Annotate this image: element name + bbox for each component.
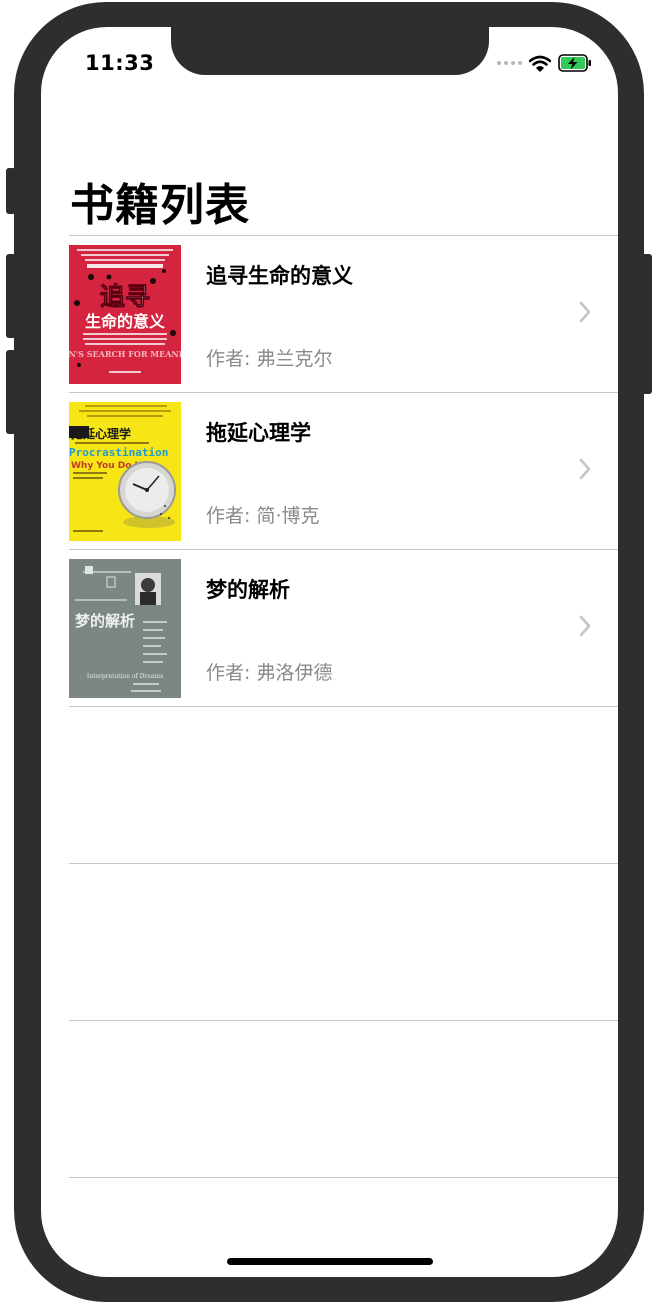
cover-main-text: 拖延心理学 — [71, 426, 131, 441]
cover-main-text: 追寻 — [100, 282, 150, 311]
table-row-book-1[interactable]: 追寻 生命的意义 MAN'S SEARCH FOR MEANING 追寻生命的意… — [41, 236, 618, 392]
signal-icon — [497, 61, 522, 65]
battery-charging-icon — [558, 54, 591, 72]
cover-english-text: MAN'S SEARCH FOR MEANING — [69, 349, 181, 359]
book-cover-image: 梦的解析 Interpretation of Dreams — [69, 559, 181, 698]
empty-row — [41, 1021, 618, 1177]
book-title: 追寻生命的意义 — [206, 264, 353, 288]
book-cover-image: 拖延心理学 Procrastination Why You Do It — [69, 402, 181, 541]
device-frame: 11:33 书籍列表 追寻 生命的意义 N'S SEARCH FOR MEANI… — [14, 2, 644, 1302]
empty-row — [41, 707, 618, 863]
empty-row — [41, 864, 618, 1020]
book-title: 拖延心理学 — [206, 421, 311, 445]
book-cover-image: 追寻 生命的意义 MAN'S SEARCH FOR MEANING — [69, 245, 181, 384]
status-indicators — [497, 53, 592, 73]
cover-english-text: Interpretation of Dreams — [87, 673, 163, 680]
status-time: 11:33 — [85, 51, 155, 75]
home-indicator[interactable] — [227, 1258, 433, 1265]
book-author: 作者: 简·博克 — [206, 505, 320, 527]
screen: 11:33 书籍列表 追寻 生命的意义 N'S SEARCH FOR MEANI… — [41, 27, 618, 1277]
chevron-right-icon — [579, 458, 591, 480]
chevron-right-icon — [579, 301, 591, 323]
book-list[interactable]: 追寻 生命的意义 MAN'S SEARCH FOR MEANING 追寻生命的意… — [41, 235, 618, 1178]
wifi-icon — [529, 55, 551, 72]
page-title: 书籍列表 — [70, 180, 250, 231]
book-author: 作者: 弗洛伊德 — [206, 662, 333, 684]
chevron-right-icon — [579, 615, 591, 637]
table-row-book-3[interactable]: 梦的解析 Interpretation of Dreams 梦的解析 作者: 弗… — [41, 550, 618, 706]
book-author: 作者: 弗兰克尔 — [206, 348, 333, 370]
notch — [171, 27, 489, 75]
cover-main-text: 梦的解析 — [75, 612, 135, 630]
table-row-book-2[interactable]: 拖延心理学 Procrastination Why You Do It 拖延心理… — [41, 393, 618, 549]
separator — [69, 1177, 618, 1178]
book-title: 梦的解析 — [206, 578, 290, 602]
cover-english-text: Procrastination — [69, 446, 168, 459]
cover-sub-text: 生命的意义 — [85, 312, 165, 331]
